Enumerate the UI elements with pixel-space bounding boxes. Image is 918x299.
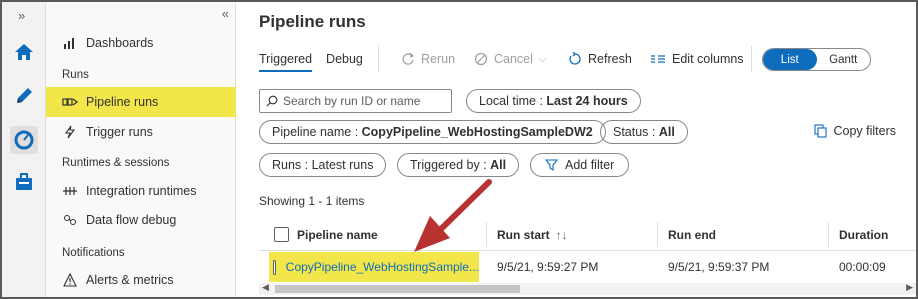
rerun-icon: [402, 52, 415, 65]
list-view-option[interactable]: List: [763, 49, 817, 70]
runtime-icon: [62, 183, 78, 199]
pipeline-filter-value: CopyPipeline_WebHostingSampleDW2: [361, 125, 593, 139]
monitor-nav: « Dashboards Runs Pipeline runs Trigger …: [46, 2, 236, 297]
nav-item-label: Alerts & metrics: [86, 273, 174, 287]
nav-item-integration-runtimes[interactable]: Integration runtimes: [46, 176, 236, 206]
nav-item-alerts-metrics[interactable]: Alerts & metrics: [46, 265, 236, 295]
nav-section-runs: Runs: [62, 69, 89, 81]
home-icon[interactable]: [10, 38, 38, 66]
nav-item-label: Pipeline runs: [86, 95, 159, 109]
rerun-label: Rerun: [421, 52, 456, 66]
trigger-icon: [62, 124, 78, 140]
nav-item-label: Trigger runs: [86, 125, 153, 139]
gantt-view-option[interactable]: Gantt: [817, 49, 871, 70]
pipeline-name-cell: CopyPipeline_WebHostingSample...: [269, 252, 479, 282]
sort-icon: ↑↓: [555, 227, 568, 242]
toolbar-divider: [378, 46, 379, 72]
icon-rail: »: [2, 2, 46, 297]
copy-filters-label: Copy filters: [833, 124, 896, 138]
pipeline-filter-pill[interactable]: Pipeline name : CopyPipeline_WebHostingS…: [259, 120, 606, 144]
column-run-end[interactable]: Run end: [668, 218, 716, 251]
dataflow-icon: [62, 212, 78, 228]
refresh-label: Refresh: [588, 52, 632, 66]
copy-icon: [814, 124, 828, 138]
triggered-by-label: Triggered by :: [410, 158, 491, 172]
page-title: Pipeline runs: [259, 12, 366, 31]
app-window: » « Dashboards Runs Pipeline runs Trigge…: [0, 0, 918, 299]
column-divider: [486, 222, 487, 247]
monitor-icon[interactable]: [10, 126, 38, 154]
view-toggle: List Gantt: [762, 48, 871, 71]
horizontal-scrollbar[interactable]: ◀ ▶: [259, 282, 916, 295]
select-all-checkbox[interactable]: [274, 218, 289, 251]
nav-item-dashboards[interactable]: Dashboards: [46, 28, 236, 58]
pipeline-filter-label: Pipeline name :: [272, 125, 362, 139]
nav-section-runtimes: Runtimes & sessions: [62, 157, 170, 169]
add-filter-button[interactable]: Add filter: [530, 153, 630, 177]
pipeline-name-link[interactable]: CopyPipeline_WebHostingSample...: [286, 260, 479, 274]
cancel-button[interactable]: Cancel ⌵: [474, 52, 547, 66]
column-duration[interactable]: Duration: [839, 218, 888, 251]
search-box: [259, 89, 452, 113]
nav-section-notifications: Notifications: [62, 247, 125, 259]
main-content: Pipeline runs Triggered Debug Rerun Canc…: [237, 2, 916, 297]
refresh-button[interactable]: Refresh: [568, 52, 632, 66]
scroll-right-icon[interactable]: ▶: [906, 282, 913, 293]
nav-item-label: Data flow debug: [86, 213, 177, 227]
refresh-icon: [569, 52, 581, 65]
pencil-icon[interactable]: [10, 82, 38, 110]
run-start-cell: 9/5/21, 9:59:27 PM: [497, 260, 599, 274]
runs-filter-label: Runs : Latest runs: [272, 158, 374, 172]
nav-item-data-flow-debug[interactable]: Data flow debug: [46, 205, 236, 235]
scroll-left-icon[interactable]: ◀: [262, 282, 269, 293]
column-run-start[interactable]: Run start ↑↓: [497, 218, 568, 251]
triggered-by-filter-pill[interactable]: Triggered by : All: [397, 153, 520, 177]
column-pipeline-name[interactable]: Pipeline name: [297, 218, 378, 251]
status-filter-label: Status :: [613, 125, 659, 139]
dashboard-icon: [62, 35, 78, 51]
pipeline-icon: [62, 94, 78, 110]
edit-columns-button[interactable]: Edit columns: [650, 52, 744, 66]
collapse-nav-button[interactable]: «: [222, 6, 229, 21]
triggered-by-value: All: [490, 158, 507, 172]
results-count: Showing 1 - 1 items: [259, 194, 365, 208]
table-row[interactable]: CopyPipeline_WebHostingSample... 9/5/21,…: [259, 252, 916, 282]
nav-item-label: Dashboards: [86, 36, 154, 50]
filter-icon: [545, 159, 558, 171]
add-filter-label: Add filter: [565, 158, 615, 172]
status-filter-pill[interactable]: Status : All: [600, 120, 688, 144]
time-filter-pill[interactable]: Local time : Last 24 hours: [466, 89, 641, 113]
toolbar-divider: [751, 46, 752, 72]
duration-cell: 00:00:09: [839, 260, 886, 274]
nav-item-trigger-runs[interactable]: Trigger runs: [46, 117, 236, 147]
cancel-label: Cancel: [494, 52, 533, 66]
column-divider: [657, 222, 658, 247]
search-icon: [266, 95, 278, 107]
status-filter-value: All: [658, 125, 675, 139]
runs-filter-pill[interactable]: Runs : Latest runs: [259, 153, 387, 177]
search-input[interactable]: [283, 94, 443, 108]
chevron-down-icon: ⌵: [538, 53, 547, 65]
run-tabs: Triggered Debug: [259, 52, 363, 72]
copy-filters-button[interactable]: Copy filters: [814, 124, 896, 138]
rerun-button[interactable]: Rerun: [401, 52, 455, 66]
column-divider: [828, 222, 829, 247]
row-checkbox[interactable]: [273, 259, 276, 275]
expand-rail-button[interactable]: »: [18, 8, 25, 23]
cancel-icon: [474, 52, 488, 66]
column-run-start-label: Run start: [497, 227, 550, 242]
tab-triggered[interactable]: Triggered: [259, 52, 313, 72]
nav-item-pipeline-runs[interactable]: Pipeline runs: [46, 87, 236, 117]
time-filter-label: Local time :: [479, 94, 547, 108]
scrollbar-thumb[interactable]: [275, 285, 520, 293]
toolbox-icon[interactable]: [10, 168, 38, 196]
run-end-cell: 9/5/21, 9:59:37 PM: [668, 260, 770, 274]
time-filter-value: Last 24 hours: [546, 94, 628, 108]
tab-debug[interactable]: Debug: [326, 52, 363, 72]
table-header: Pipeline name Run start ↑↓ Run end Durat…: [259, 218, 916, 251]
edit-columns-label: Edit columns: [672, 52, 744, 66]
nav-item-label: Integration runtimes: [86, 184, 197, 198]
alert-icon: [62, 272, 78, 288]
edit-columns-icon: [651, 55, 665, 63]
